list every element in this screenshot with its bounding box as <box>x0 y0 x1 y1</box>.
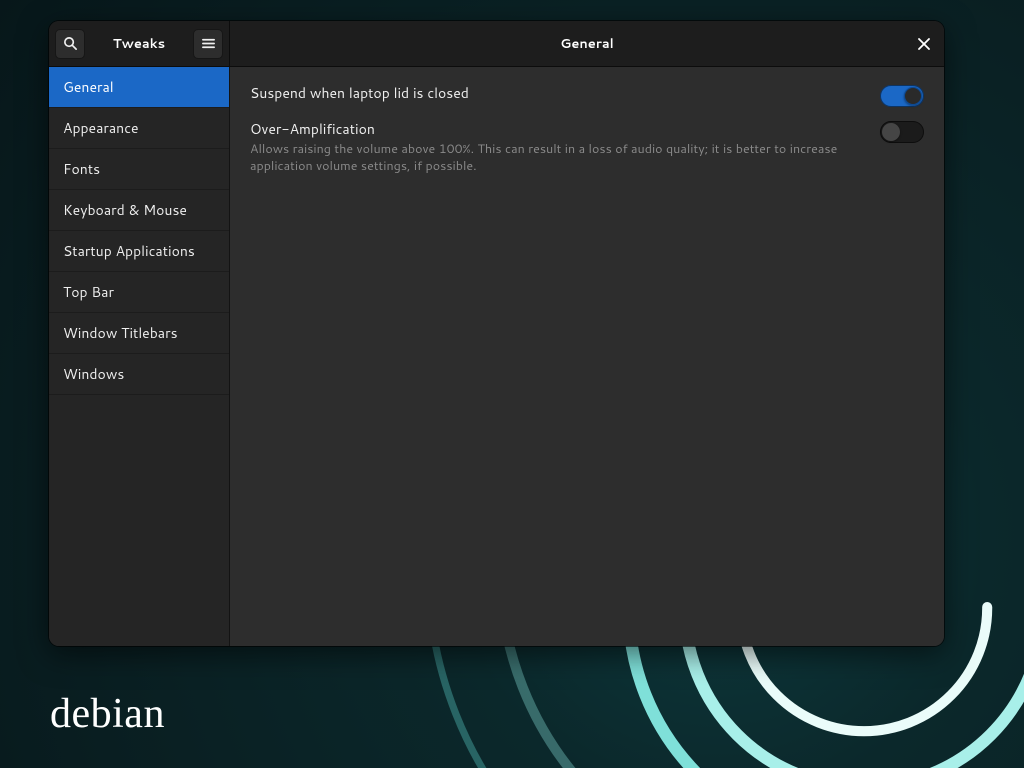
setting-row-suspend-lid: Suspend when laptop lid is closed <box>250 81 924 109</box>
close-button[interactable] <box>912 32 936 56</box>
setting-label: Suspend when laptop lid is closed <box>250 83 864 103</box>
toggle-knob <box>904 87 922 105</box>
close-icon <box>918 38 930 50</box>
search-button[interactable] <box>55 29 85 59</box>
sidebar-item-label: Keyboard & Mouse <box>63 200 187 220</box>
app-title: Tweaks <box>89 35 189 53</box>
setting-label: Over-Amplification <box>250 119 864 139</box>
setting-description: Allows raising the volume above 100%. Th… <box>250 141 864 175</box>
sidebar-item-label: Startup Applications <box>63 241 195 261</box>
sidebar-item-windows[interactable]: Windows <box>49 354 229 395</box>
sidebar-item-label: Fonts <box>63 159 100 179</box>
headerbar: Tweaks General <box>49 21 944 67</box>
hamburger-icon <box>201 36 216 51</box>
sidebar-item-label: General <box>63 77 114 97</box>
sidebar-item-fonts[interactable]: Fonts <box>49 149 229 190</box>
sidebar-item-startup-applications[interactable]: Startup Applications <box>49 231 229 272</box>
sidebar-item-label: Top Bar <box>63 282 114 302</box>
window-body: General Appearance Fonts Keyboard & Mous… <box>49 67 944 646</box>
sidebar: General Appearance Fonts Keyboard & Mous… <box>49 67 230 646</box>
toggle-knob <box>882 123 900 141</box>
distro-logo-text: debian <box>50 690 165 738</box>
panel-title: General <box>230 35 944 53</box>
content-panel: Suspend when laptop lid is closed Over-A… <box>230 67 944 646</box>
sidebar-item-appearance[interactable]: Appearance <box>49 108 229 149</box>
sidebar-item-label: Appearance <box>63 118 139 138</box>
suspend-lid-toggle[interactable] <box>880 85 924 107</box>
headerbar-right: General <box>230 21 944 66</box>
sidebar-item-top-bar[interactable]: Top Bar <box>49 272 229 313</box>
sidebar-item-label: Windows <box>63 364 124 384</box>
setting-text: Suspend when laptop lid is closed <box>250 83 864 103</box>
sidebar-item-keyboard-mouse[interactable]: Keyboard & Mouse <box>49 190 229 231</box>
tweaks-window: Tweaks General General Appearance <box>49 21 944 646</box>
sidebar-item-label: Window Titlebars <box>63 323 178 343</box>
headerbar-left: Tweaks <box>49 21 230 66</box>
setting-text: Over-Amplification Allows raising the vo… <box>250 119 864 175</box>
search-icon <box>63 36 78 51</box>
menu-button[interactable] <box>193 29 223 59</box>
over-amplification-toggle[interactable] <box>880 121 924 143</box>
sidebar-item-general[interactable]: General <box>49 67 229 108</box>
setting-row-over-amplification: Over-Amplification Allows raising the vo… <box>250 117 924 177</box>
sidebar-item-window-titlebars[interactable]: Window Titlebars <box>49 313 229 354</box>
